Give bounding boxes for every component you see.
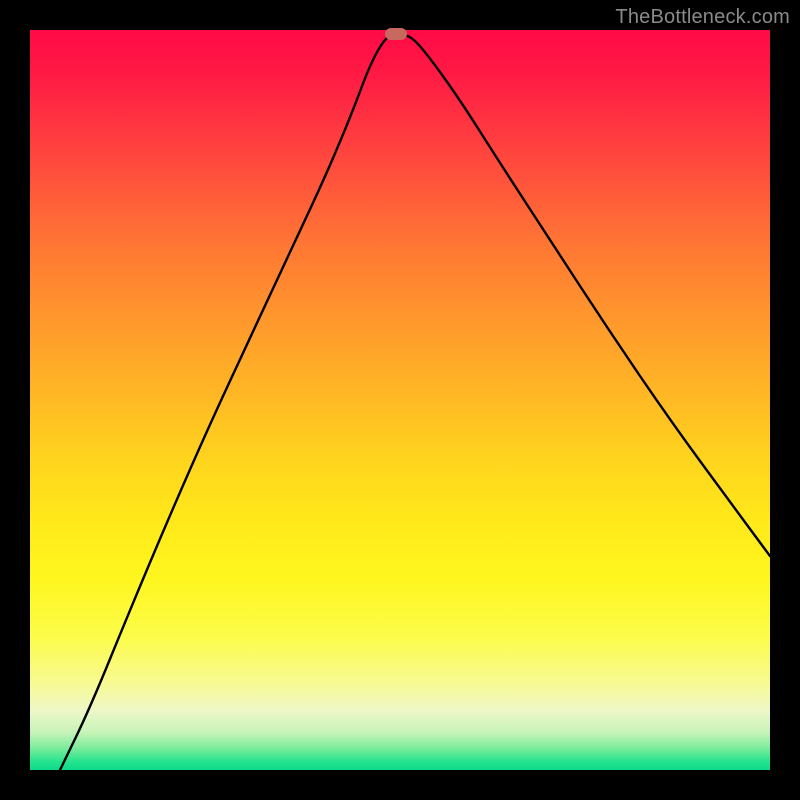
chart-frame: TheBottleneck.com: [0, 0, 800, 800]
watermark-text: TheBottleneck.com: [615, 6, 790, 29]
curve-svg: [30, 30, 770, 770]
minimum-marker: [385, 28, 407, 40]
bottleneck-curve: [60, 34, 770, 770]
plot-area: [30, 30, 770, 770]
